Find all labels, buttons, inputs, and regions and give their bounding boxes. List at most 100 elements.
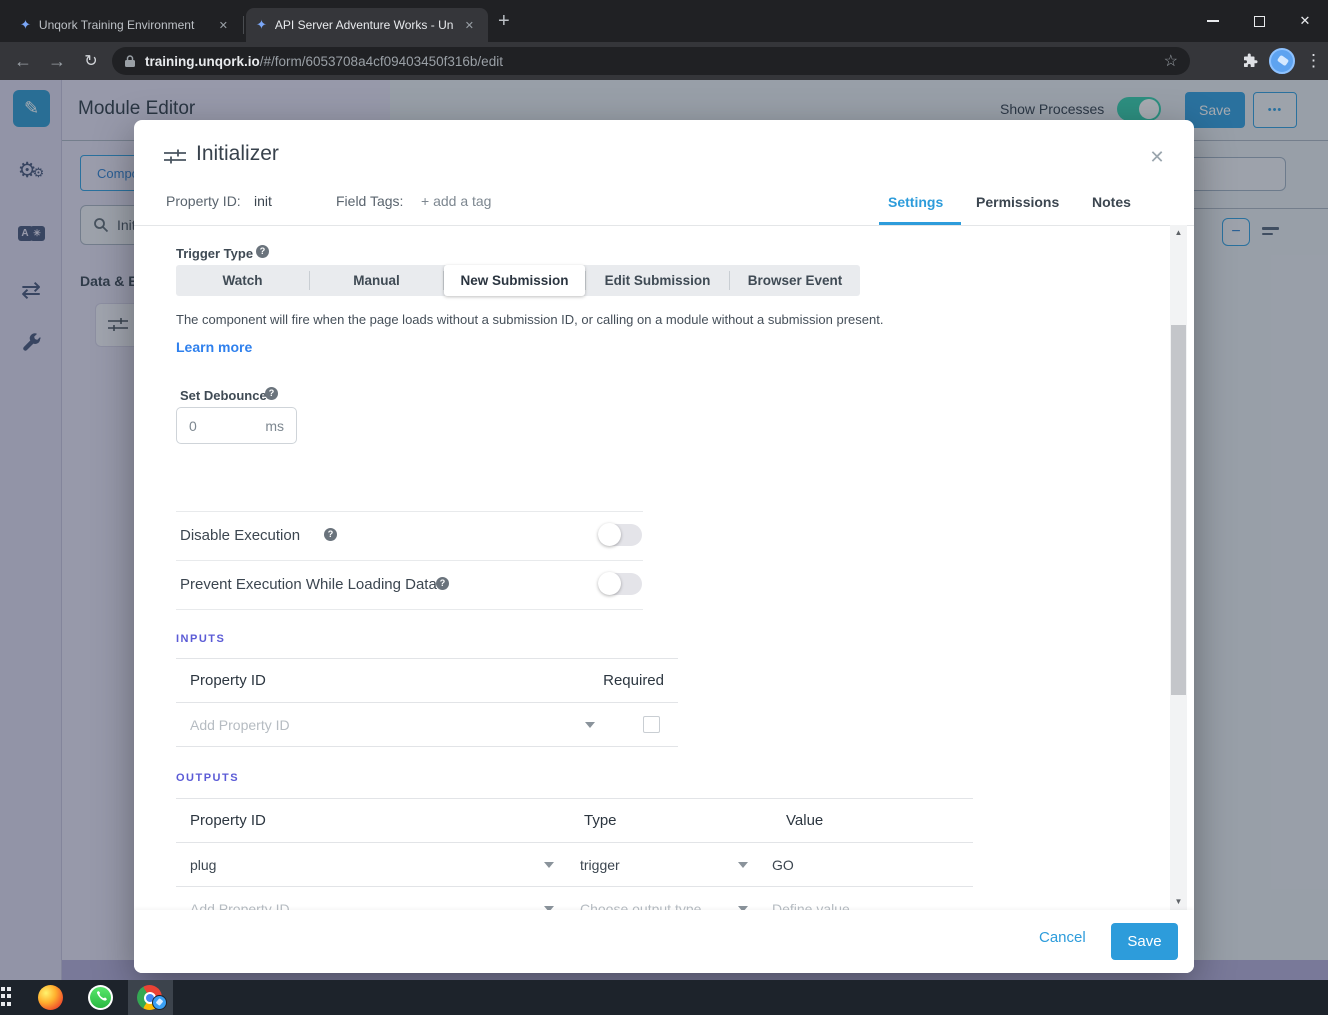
forward-icon[interactable]: → [40, 51, 74, 72]
profile-avatar[interactable] [1269, 48, 1295, 74]
prevent-execution-toggle[interactable] [598, 573, 642, 595]
inputs-header-row: Property ID Required [176, 659, 678, 703]
url-path: /#/form/6053708a4cf09403450f316b/edit [260, 54, 503, 69]
browser-titlebar: ✦ Unqork Training Environment ✕ ✦ API Se… [0, 0, 1328, 42]
tab-title: Unqork Training Environment [39, 18, 207, 32]
screen: ✦ Unqork Training Environment ✕ ✦ API Se… [0, 0, 1328, 1015]
chrome-notification-badge [152, 995, 167, 1010]
toggle-knob [598, 523, 621, 546]
outputs-row-plug: plug trigger GO [176, 843, 973, 887]
modal-close-icon[interactable]: ✕ [1142, 142, 1172, 172]
trigger-option-edit-submission[interactable]: Edit Submission [586, 265, 729, 296]
trigger-type-segmented-control: Watch Manual New Submission Edit Submiss… [176, 265, 860, 296]
output-type[interactable]: trigger [580, 857, 738, 873]
os-taskbar [0, 980, 1328, 1015]
debounce-input[interactable]: 0 ms [176, 407, 297, 444]
col-type: Type [584, 812, 786, 829]
outputs-section-heading: OUTPUTS [176, 772, 239, 784]
avatar-shape [1277, 55, 1289, 66]
toggle-knob [598, 572, 621, 595]
browser-tab-api-server[interactable]: ✦ API Server Adventure Works - Un ✕ [246, 8, 488, 42]
unqork-logo-icon: ✦ [256, 17, 267, 33]
trigger-description: The component will fire when the page lo… [176, 312, 1076, 327]
whatsapp-phone-icon [90, 987, 111, 1008]
close-button[interactable]: ✕ [1282, 0, 1328, 42]
minimize-icon [1207, 20, 1219, 22]
tab-notes[interactable]: Notes [1092, 194, 1131, 210]
tab-separator [243, 16, 244, 34]
web-page: ✎ ⚙⚙ A✳ ⇄ Module Editor Show Processes S… [0, 80, 1328, 980]
required-checkbox[interactable] [643, 716, 660, 733]
disable-execution-help-icon[interactable]: ? [324, 528, 337, 541]
maximize-button[interactable] [1236, 0, 1282, 42]
initializer-modal: Initializer ✕ Property ID: init Field Ta… [134, 120, 1194, 973]
set-debounce-label: Set Debounce [180, 388, 267, 403]
tab-permissions[interactable]: Permissions [976, 194, 1059, 210]
modal-scrollbar[interactable]: ▲ ▼ [1170, 225, 1187, 910]
url-domain: training.unqork.io [145, 54, 260, 69]
cancel-button[interactable]: Cancel [1039, 929, 1086, 946]
field-tags-label: Field Tags: [336, 193, 403, 209]
add-property-id-field[interactable]: Add Property ID [190, 717, 290, 733]
toolbar-right-icons: ⋮ [1241, 42, 1322, 80]
dropdown-caret-icon[interactable] [544, 862, 554, 868]
unqork-logo-icon: ✦ [20, 17, 31, 33]
tab-title: API Server Adventure Works - Un [275, 18, 453, 32]
trigger-option-watch[interactable]: Watch [176, 265, 309, 296]
scroll-up-icon[interactable]: ▲ [1170, 225, 1187, 241]
divider [176, 609, 643, 610]
property-id-label: Property ID: [166, 193, 241, 209]
browser-menu-icon[interactable]: ⋮ [1305, 51, 1322, 71]
add-tag-button[interactable]: + add a tag [421, 193, 491, 209]
back-icon[interactable]: ← [6, 51, 40, 72]
bookmark-star-icon[interactable]: ☆ [1164, 51, 1178, 71]
app-launcher-icon[interactable] [0, 987, 13, 1007]
whatsapp-icon[interactable] [88, 985, 113, 1010]
dropdown-caret-icon[interactable] [738, 862, 748, 868]
maximize-icon [1254, 16, 1265, 27]
tab-settings[interactable]: Settings [888, 194, 943, 210]
col-property-id: Property ID [190, 812, 584, 829]
modal-save-button[interactable]: Save [1111, 923, 1178, 960]
prevent-execution-help-icon[interactable]: ? [436, 577, 449, 590]
extensions-puzzle-icon[interactable] [1241, 52, 1259, 70]
divider [176, 560, 643, 561]
modal-header-divider [134, 225, 1194, 226]
window-controls: ✕ [1190, 0, 1328, 42]
firefox-icon[interactable] [38, 985, 63, 1010]
col-property-id: Property ID [190, 672, 266, 689]
divider [176, 511, 643, 512]
disable-execution-label: Disable Execution [180, 527, 300, 544]
inputs-table: Property ID Required Add Property ID [176, 658, 678, 747]
trigger-option-manual[interactable]: Manual [310, 265, 443, 296]
output-value[interactable]: GO [772, 857, 794, 873]
trigger-option-new-submission[interactable]: New Submission [444, 265, 585, 296]
trigger-option-browser-event[interactable]: Browser Event [730, 265, 860, 296]
lock-icon [124, 54, 136, 68]
property-id-value[interactable]: init [254, 193, 272, 209]
trigger-type-help-icon[interactable]: ? [256, 245, 269, 258]
col-required: Required [603, 672, 664, 689]
minimize-button[interactable] [1190, 0, 1236, 42]
scrollbar-thumb[interactable] [1171, 325, 1186, 695]
url-bar[interactable]: training.unqork.io/#/form/6053708a4cf094… [112, 47, 1190, 75]
browser-tab-unqork-training[interactable]: ✦ Unqork Training Environment ✕ [10, 8, 242, 42]
tab-close-icon[interactable]: ✕ [461, 17, 478, 34]
tab-close-icon[interactable]: ✕ [215, 17, 232, 34]
outputs-header-row: Property ID Type Value [176, 799, 973, 843]
modal-footer: Cancel Save [134, 910, 1194, 973]
learn-more-link[interactable]: Learn more [176, 339, 252, 355]
modal-title: Initializer [196, 142, 279, 166]
scroll-down-icon[interactable]: ▼ [1170, 894, 1187, 910]
set-debounce-help-icon[interactable]: ? [265, 387, 278, 400]
browser-toolbar: ← → ↻ training.unqork.io/#/form/6053708a… [0, 42, 1328, 80]
dropdown-caret-icon[interactable] [585, 722, 595, 728]
inputs-add-row: Add Property ID [176, 703, 678, 747]
col-value: Value [786, 812, 823, 829]
inputs-section-heading: INPUTS [176, 633, 225, 645]
disable-execution-toggle[interactable] [598, 524, 642, 546]
output-property-id[interactable]: plug [190, 857, 544, 873]
new-tab-button[interactable]: + [498, 11, 510, 31]
reload-icon[interactable]: ↻ [74, 51, 108, 71]
prevent-execution-label: Prevent Execution While Loading Data [180, 576, 437, 593]
